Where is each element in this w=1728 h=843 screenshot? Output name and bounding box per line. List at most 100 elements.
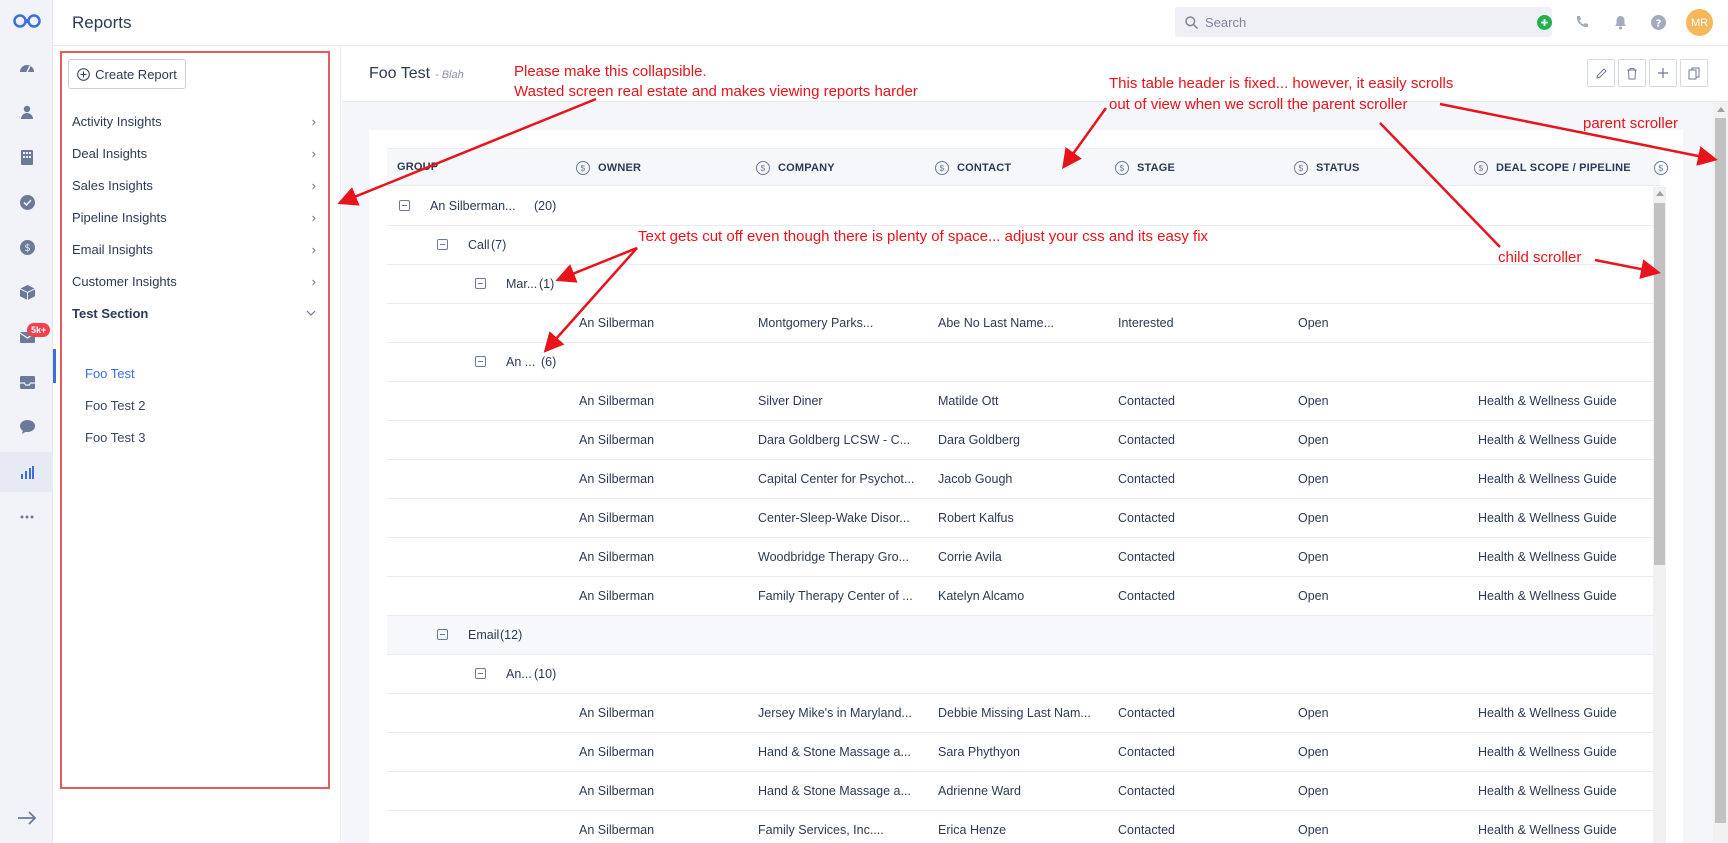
cell-company[interactable]: Silver Diner: [758, 394, 823, 408]
table-row[interactable]: An Silberman Jersey Mike's in Maryland..…: [387, 694, 1653, 733]
sidebar-subitem-foo-test-2[interactable]: Foo Test 2: [85, 398, 145, 413]
cell-company[interactable]: Family Therapy Center of ...: [758, 589, 913, 603]
table-row[interactable]: An Silberman Silver Diner Matilde Ott Co…: [387, 382, 1653, 421]
collapse-icon[interactable]: [437, 629, 448, 640]
scroll-up-arrow-icon[interactable]: [1717, 107, 1725, 112]
table-body: An Silberman... (20) Call (7) Mar... (1)…: [387, 187, 1653, 843]
sidebar-item-label: Pipeline Insights: [72, 209, 167, 225]
cell-owner: An Silberman: [579, 472, 655, 486]
cell-company[interactable]: Hand & Stone Massage a...: [758, 745, 911, 759]
create-report-button[interactable]: Create Report: [68, 59, 186, 89]
search-input[interactable]: [1205, 14, 1525, 30]
sidebar-subitem-foo-test[interactable]: Foo Test: [85, 366, 135, 381]
delete-button[interactable]: [1618, 59, 1646, 87]
table-row[interactable]: An Silberman Capital Center for Psychot.…: [387, 460, 1653, 499]
col-header-company[interactable]: $ COMPANY: [756, 161, 835, 175]
table-row[interactable]: An Silberman Montgomery Parks... Abe No …: [387, 304, 1653, 343]
collapse-icon[interactable]: [475, 668, 486, 679]
cell-contact[interactable]: Katelyn Alcamo: [938, 589, 1024, 603]
col-header-status[interactable]: $ STATUS: [1294, 161, 1360, 175]
sidebar-item-email-insights[interactable]: Email Insights ›: [72, 238, 316, 260]
parent-scroll-thumb[interactable]: [1715, 118, 1726, 823]
app-logo-icon[interactable]: [13, 12, 41, 30]
sidebar-item-deal-insights[interactable]: Deal Insights ›: [72, 142, 316, 164]
deals-icon[interactable]: $: [17, 237, 37, 257]
collapse-icon[interactable]: [399, 200, 410, 211]
cell-company[interactable]: Capital Center for Psychot...: [758, 472, 914, 486]
collapse-icon[interactable]: [437, 239, 448, 250]
group-row[interactable]: An Silberman... (20): [387, 187, 1653, 226]
col-header-stage[interactable]: $ STAGE: [1115, 161, 1175, 175]
col-header-owner[interactable]: $ OWNER: [576, 161, 641, 175]
reports-icon[interactable]: [17, 462, 37, 482]
group-row[interactable]: An ... (6): [387, 343, 1653, 382]
col-header-deal-scope[interactable]: $ DEAL SCOPE / PIPELINE: [1474, 161, 1631, 175]
sidebar-item-customer-insights[interactable]: Customer Insights ›: [72, 270, 316, 292]
cell-contact[interactable]: Erica Henze: [938, 823, 1006, 837]
scroll-up-arrow-icon[interactable]: [1656, 191, 1664, 196]
sidebar-subitem-foo-test-3[interactable]: Foo Test 3: [85, 430, 145, 445]
group-row[interactable]: An... (10): [387, 655, 1653, 694]
more-icon[interactable]: [17, 507, 37, 527]
table-row[interactable]: An Silberman Family Therapy Center of ..…: [387, 577, 1653, 616]
add-icon[interactable]: [1534, 12, 1554, 32]
cell-contact[interactable]: Robert Kalfus: [938, 511, 1014, 525]
sidebar-item-sales-insights[interactable]: Sales Insights ›: [72, 174, 316, 196]
cell-contact[interactable]: Sara Phythyon: [938, 745, 1020, 759]
parent-scrollbar[interactable]: [1713, 102, 1728, 843]
cell-contact[interactable]: Matilde Ott: [938, 394, 998, 408]
tasks-icon[interactable]: [17, 192, 37, 212]
cell-contact[interactable]: Abe No Last Name...: [938, 316, 1054, 330]
search-box[interactable]: [1175, 7, 1552, 37]
sidebar-item-pipeline-insights[interactable]: Pipeline Insights ›: [72, 206, 316, 228]
cell-company[interactable]: Woodbridge Therapy Gro...: [758, 550, 909, 564]
help-icon[interactable]: ?: [1648, 12, 1668, 32]
chat-icon[interactable]: [17, 417, 37, 437]
contacts-icon[interactable]: [17, 102, 37, 122]
col-header-group[interactable]: GROUP: [397, 161, 438, 173]
cell-company[interactable]: Center-Sleep-Wake Disor...: [758, 511, 910, 525]
group-row[interactable]: Mar... (1): [387, 265, 1653, 304]
col-header-contact[interactable]: $ CONTACT: [935, 161, 1011, 175]
currency-icon: $: [756, 161, 770, 175]
phone-icon[interactable]: [1572, 12, 1592, 32]
plus-circle-icon: [77, 67, 90, 81]
group-count: (1): [539, 277, 555, 291]
cell-contact[interactable]: Corrie Avila: [938, 550, 1002, 564]
cell-company[interactable]: Jersey Mike's in Maryland...: [758, 706, 912, 720]
products-icon[interactable]: [17, 282, 37, 302]
edit-button[interactable]: [1587, 59, 1615, 87]
collapse-icon[interactable]: [475, 356, 486, 367]
dashboard-icon[interactable]: [17, 57, 37, 77]
sidebar-item-activity-insights[interactable]: Activity Insights ›: [72, 110, 316, 132]
user-avatar[interactable]: MR: [1686, 9, 1713, 36]
cell-company[interactable]: Montgomery Parks...: [758, 316, 873, 330]
cell-company[interactable]: Family Services, Inc....: [758, 823, 884, 837]
table-row[interactable]: An Silberman Hand & Stone Massage a... A…: [387, 772, 1653, 811]
table-row[interactable]: An Silberman Woodbridge Therapy Gro... C…: [387, 538, 1653, 577]
cell-status: Open: [1298, 511, 1329, 525]
cell-company[interactable]: Dara Goldberg LCSW - C...: [758, 433, 910, 447]
inbox-icon[interactable]: [17, 372, 37, 392]
table-row[interactable]: An Silberman Family Services, Inc.... Er…: [387, 811, 1653, 843]
child-scroll-thumb[interactable]: [1654, 203, 1665, 565]
cell-contact[interactable]: Dara Goldberg: [938, 433, 1020, 447]
cell-contact[interactable]: Adrienne Ward: [938, 784, 1021, 798]
expand-arrow-icon[interactable]: [17, 808, 37, 828]
sidebar-item-test-section[interactable]: Test Section: [72, 302, 316, 324]
cell-contact[interactable]: Jacob Gough: [938, 472, 1012, 486]
group-row[interactable]: Email (12): [387, 616, 1653, 655]
table-row[interactable]: An Silberman Dara Goldberg LCSW - C... D…: [387, 421, 1653, 460]
add-button[interactable]: [1649, 59, 1677, 87]
companies-icon[interactable]: [17, 147, 37, 167]
child-scrollbar[interactable]: [1653, 187, 1666, 843]
table-row[interactable]: An Silberman Hand & Stone Massage a... S…: [387, 733, 1653, 772]
copy-button[interactable]: [1680, 59, 1708, 87]
col-header-label: OWNER: [598, 162, 642, 174]
cell-company[interactable]: Hand & Stone Massage a...: [758, 784, 911, 798]
cell-owner: An Silberman: [579, 550, 655, 564]
cell-contact[interactable]: Debbie Missing Last Nam...: [938, 706, 1091, 720]
collapse-icon[interactable]: [475, 278, 486, 289]
table-row[interactable]: An Silberman Center-Sleep-Wake Disor... …: [387, 499, 1653, 538]
bell-icon[interactable]: [1610, 12, 1630, 32]
